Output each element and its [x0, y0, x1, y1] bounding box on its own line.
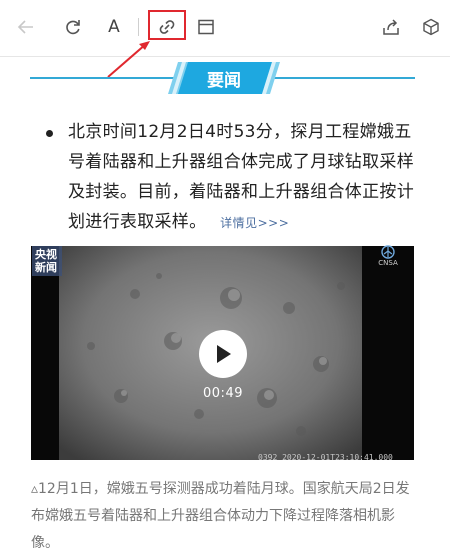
article-paragraph: 北京时间12月2日4时53分，探月工程嫦娥五号着陆器和上升器组合体完成了月球钻取…	[68, 117, 420, 238]
cnsa-logo-text: CNSA	[378, 259, 398, 267]
section-title: 要闻	[207, 70, 241, 91]
cctv-news-logo: 央视新闻	[32, 246, 62, 276]
read-more-link[interactable]: 详情见>>>	[220, 216, 289, 230]
image-caption: ▵12月1日，嫦娥五号探测器成功着陆月球。国家航天局2日发布嫦娥五号着陆器和上升…	[31, 481, 410, 551]
play-icon	[217, 345, 231, 363]
play-button[interactable]	[199, 330, 247, 378]
cnsa-logo: CNSA	[366, 245, 410, 269]
bullet-dot	[46, 130, 53, 137]
video-duration: 00:49	[203, 386, 243, 401]
cctv-logo-text: 央视新闻	[35, 248, 57, 274]
cnsa-mark-icon	[381, 245, 395, 259]
video-timestamp: 0392 2020-12-01T23:10:41.000	[258, 453, 393, 462]
